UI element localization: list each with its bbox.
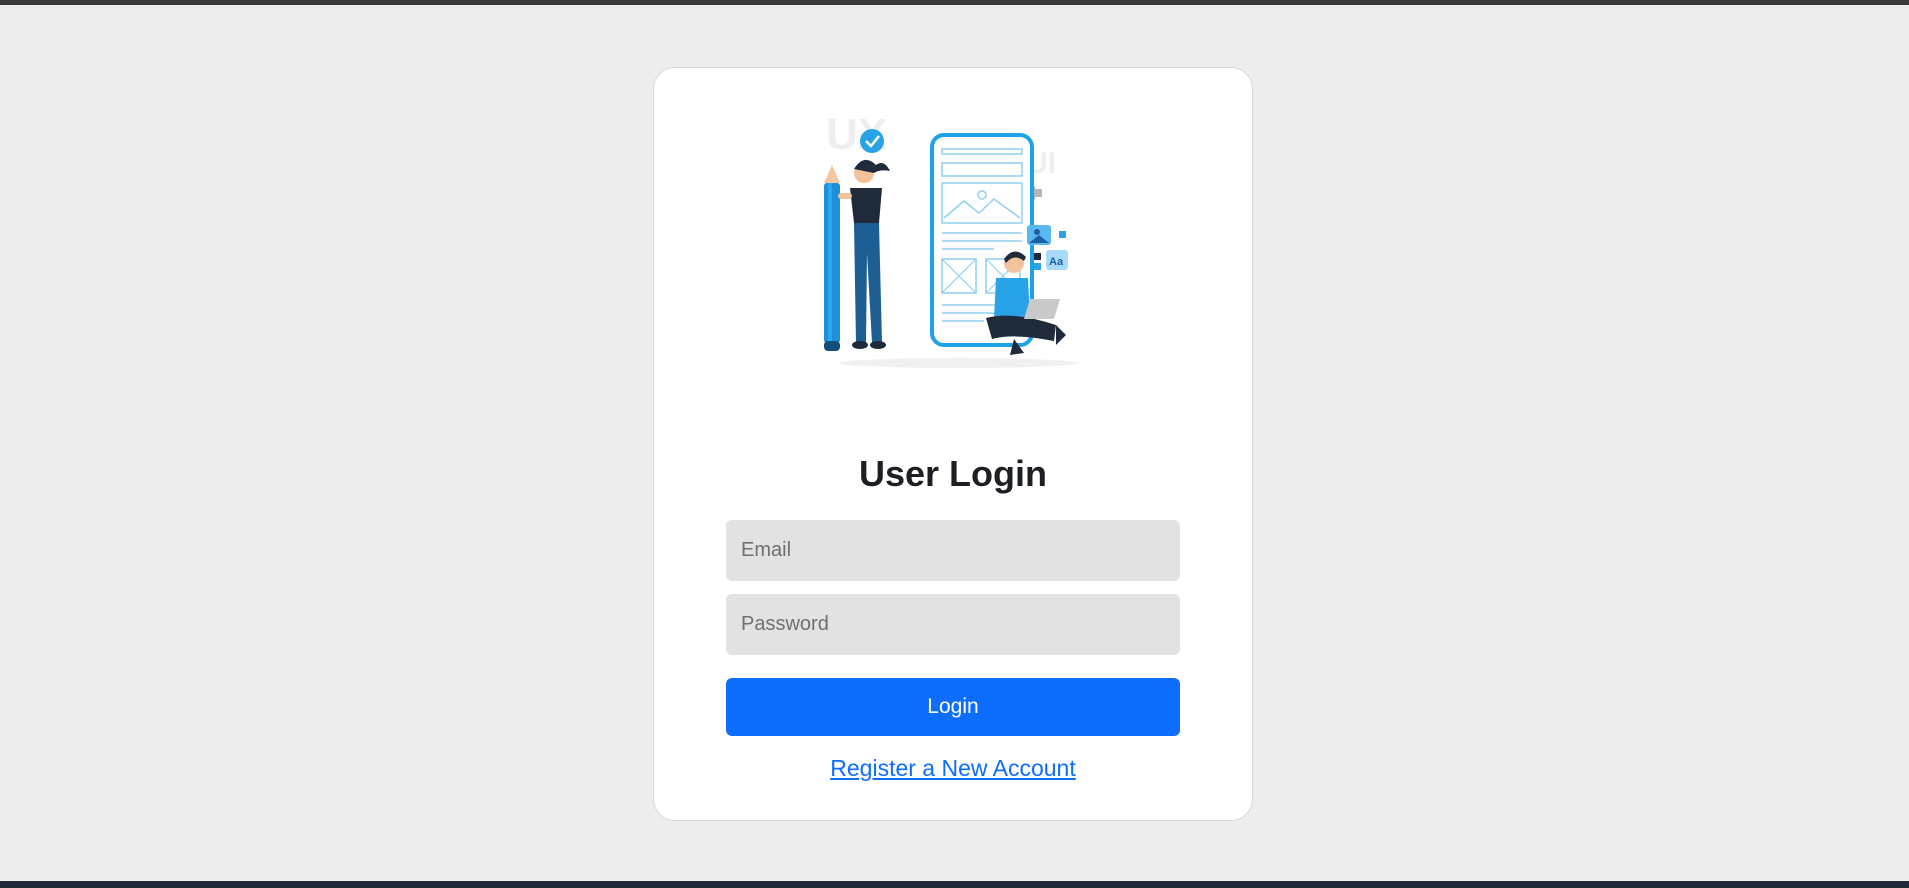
- woman-figure: [838, 159, 890, 349]
- password-field[interactable]: [726, 594, 1180, 655]
- login-button[interactable]: Login: [726, 678, 1180, 736]
- image-badge-icon: [1027, 225, 1051, 245]
- window-bottom-bar: [0, 881, 1909, 888]
- svg-text:Aa: Aa: [1049, 256, 1064, 268]
- email-field[interactable]: [726, 520, 1180, 581]
- login-card: UX UI Aa User Login Email Login Register…: [653, 67, 1253, 821]
- window-top-bar: [0, 0, 1909, 5]
- pencil-icon: [824, 165, 840, 351]
- text-badge-icon: Aa: [1046, 250, 1068, 270]
- page-title: User Login: [858, 453, 1047, 494]
- ui-ux-illustration: UX UI Aa: [824, 113, 1079, 368]
- check-badge-icon: [860, 129, 884, 153]
- register-account-link[interactable]: Register a New Account: [654, 755, 1252, 782]
